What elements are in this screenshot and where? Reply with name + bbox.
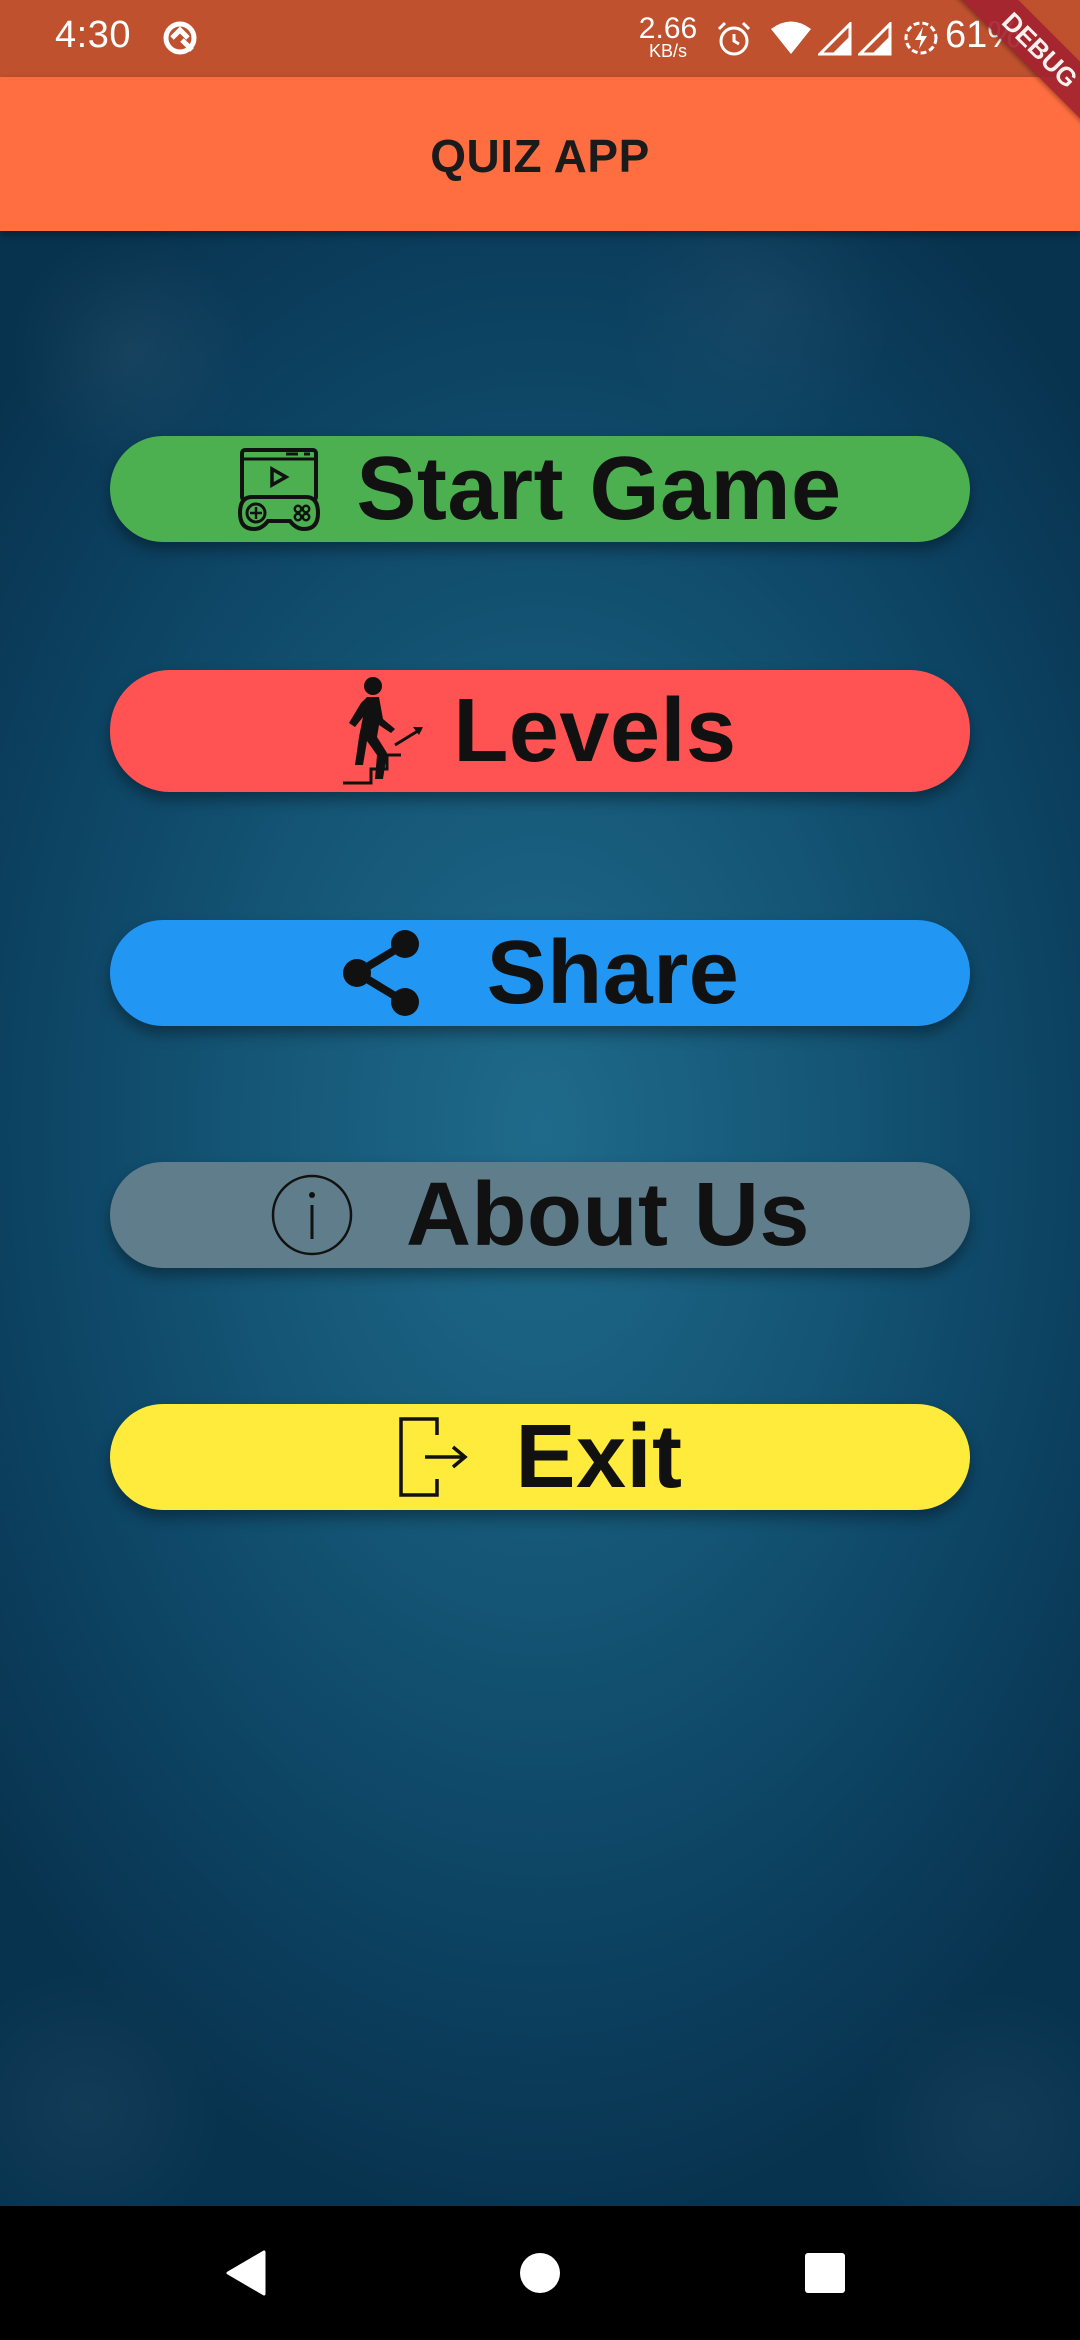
- gamepad-icon: [238, 448, 321, 531]
- network-speed-value: 2.66: [638, 12, 698, 45]
- exit-label: Exit: [515, 1407, 683, 1507]
- signal-icon: [858, 22, 892, 56]
- back-icon[interactable]: [222, 2248, 272, 2298]
- app-screen: 4:30 2.66 KB/s 61% DEBUG QUIZ APP Start …: [0, 0, 1080, 2340]
- share-button[interactable]: Share: [110, 920, 970, 1026]
- signal-icon: [818, 22, 852, 56]
- recents-icon[interactable]: [800, 2248, 850, 2298]
- levels-label: Levels: [453, 681, 737, 781]
- wifi-icon: [771, 21, 811, 54]
- network-speed: 2.66 KB/s: [636, 12, 700, 61]
- info-icon: [271, 1174, 353, 1256]
- start-game-button[interactable]: Start Game: [110, 436, 970, 542]
- levels-button[interactable]: Levels: [110, 670, 970, 792]
- home-icon[interactable]: [515, 2248, 565, 2298]
- app-bar: QUIZ APP: [0, 77, 1080, 231]
- exit-icon: [399, 1417, 469, 1497]
- about-us-button[interactable]: About Us: [110, 1162, 970, 1268]
- exit-button[interactable]: Exit: [110, 1404, 970, 1510]
- status-bar: 4:30 2.66 KB/s 61%: [0, 0, 1080, 77]
- status-time: 4:30: [55, 14, 131, 56]
- app-title: QUIZ APP: [430, 130, 650, 182]
- share-label: Share: [486, 923, 740, 1023]
- battery-charging-icon: [904, 21, 938, 55]
- alarm-icon: [717, 21, 751, 56]
- main-content: Start Game Levels Share About Us Exit: [0, 231, 1080, 2206]
- sync-icon: [163, 21, 197, 55]
- climbing-stairs-icon: [343, 677, 424, 785]
- navigation-bar: [0, 2206, 1080, 2340]
- start-game-label: Start Game: [356, 439, 842, 539]
- share-icon: [342, 930, 419, 1016]
- about-us-label: About Us: [406, 1165, 810, 1265]
